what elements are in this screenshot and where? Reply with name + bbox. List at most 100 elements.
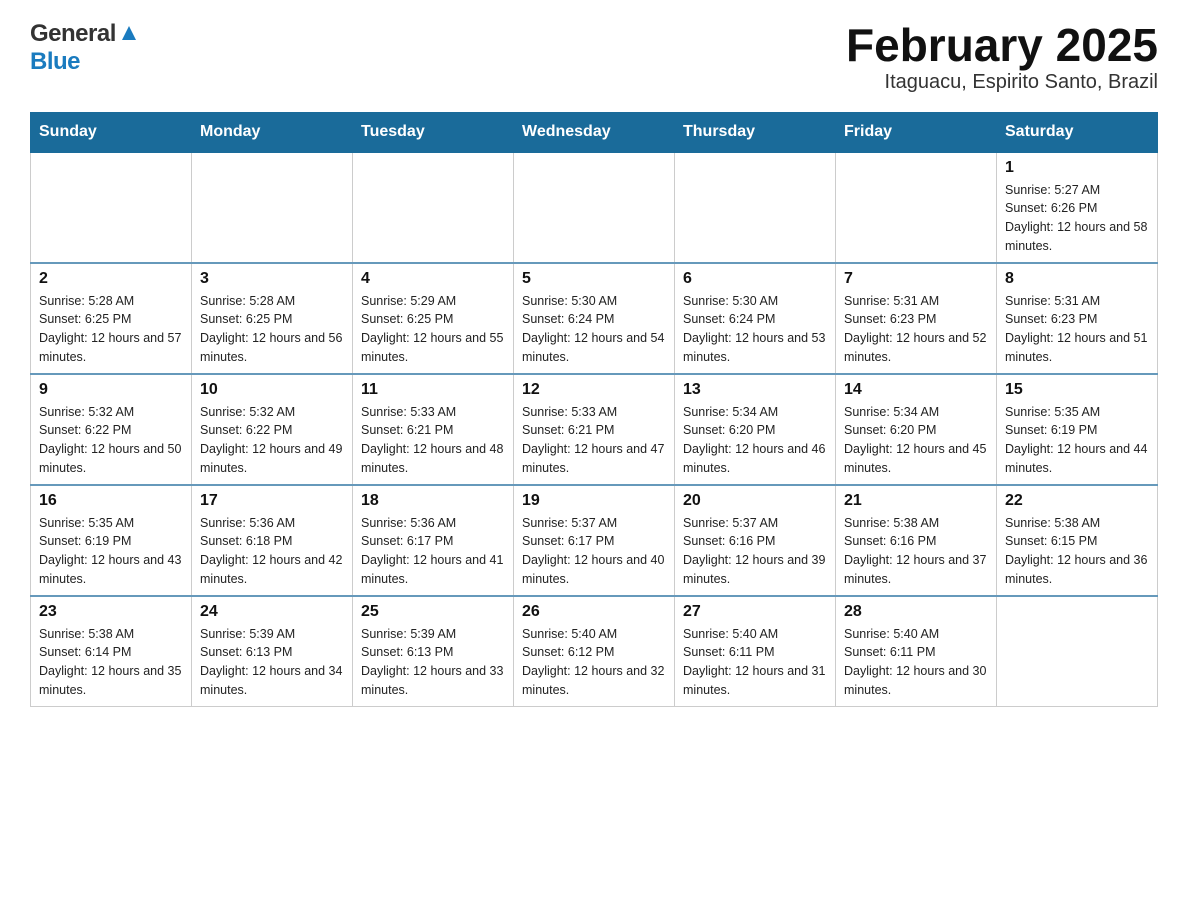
- calendar-cell: 13 Sunrise: 5:34 AMSunset: 6:20 PMDayligh…: [675, 374, 836, 485]
- calendar-week-row: 2 Sunrise: 5:28 AMSunset: 6:25 PMDaylight…: [31, 263, 1158, 374]
- weekday-header-monday: Monday: [192, 112, 353, 152]
- day-number: 13: [683, 381, 827, 399]
- calendar-week-row: 23Sunrise: 5:38 AMSunset: 6:14 PMDayligh…: [31, 596, 1158, 707]
- day-info: Sunrise: 5:36 AMSunset: 6:18 PMDaylight:…: [200, 514, 344, 589]
- weekday-header-friday: Friday: [836, 112, 997, 152]
- calendar-cell: [675, 152, 836, 263]
- calendar-cell: [31, 152, 192, 263]
- day-info: Sunrise: 5:30 AMSunset: 6:24 PMDaylight:…: [522, 292, 666, 367]
- day-info: Sunrise: 5:35 AMSunset: 6:19 PMDaylight:…: [1005, 403, 1149, 478]
- weekday-header-tuesday: Tuesday: [353, 112, 514, 152]
- calendar-week-row: 16 Sunrise: 5:35 AMSunset: 6:19 PMDayligh…: [31, 485, 1158, 596]
- day-info: Sunrise: 5:40 AMSunset: 6:12 PMDaylight:…: [522, 625, 666, 700]
- day-number: 12: [522, 381, 666, 399]
- day-number: 1: [1005, 159, 1149, 177]
- day-info: Sunrise: 5:40 AMSunset: 6:11 PMDaylight:…: [683, 625, 827, 700]
- day-number: 14: [844, 381, 988, 399]
- day-info: Sunrise: 5:39 AMSunset: 6:13 PMDaylight:…: [200, 625, 344, 700]
- day-info: Sunrise: 5:31 AMSunset: 6:23 PMDaylight:…: [1005, 292, 1149, 367]
- day-info: Sunrise: 5:33 AMSunset: 6:21 PMDaylight:…: [522, 403, 666, 478]
- day-info: Sunrise: 5:34 AMSunset: 6:20 PMDaylight:…: [844, 403, 988, 478]
- calendar-cell: 21 Sunrise: 5:38 AMSunset: 6:16 PMDayligh…: [836, 485, 997, 596]
- day-number: 6: [683, 270, 827, 288]
- day-info: Sunrise: 5:33 AMSunset: 6:21 PMDaylight:…: [361, 403, 505, 478]
- calendar-cell: 10 Sunrise: 5:32 AMSunset: 6:22 PMDayligh…: [192, 374, 353, 485]
- calendar-cell: 18 Sunrise: 5:36 AMSunset: 6:17 PMDayligh…: [353, 485, 514, 596]
- day-info: Sunrise: 5:37 AMSunset: 6:16 PMDaylight:…: [683, 514, 827, 589]
- day-info: Sunrise: 5:32 AMSunset: 6:22 PMDaylight:…: [200, 403, 344, 478]
- day-number: 17: [200, 492, 344, 510]
- calendar-cell: 27 Sunrise: 5:40 AMSunset: 6:11 PMDayligh…: [675, 596, 836, 707]
- day-info: Sunrise: 5:36 AMSunset: 6:17 PMDaylight:…: [361, 514, 505, 589]
- calendar-cell: 24 Sunrise: 5:39 AMSunset: 6:13 PMDayligh…: [192, 596, 353, 707]
- logo: General Blue: [30, 20, 140, 76]
- calendar-cell: [514, 152, 675, 263]
- calendar-cell: 19 Sunrise: 5:37 AMSunset: 6:17 PMDayligh…: [514, 485, 675, 596]
- day-number: 16: [39, 492, 183, 510]
- day-number: 27: [683, 603, 827, 621]
- day-number: 20: [683, 492, 827, 510]
- day-info: Sunrise: 5:38 AMSunset: 6:16 PMDaylight:…: [844, 514, 988, 589]
- day-info: Sunrise: 5:29 AMSunset: 6:25 PMDaylight:…: [361, 292, 505, 367]
- day-info: Sunrise: 5:28 AMSunset: 6:25 PMDaylight:…: [200, 292, 344, 367]
- weekday-header-saturday: Saturday: [997, 112, 1158, 152]
- calendar-cell: 28 Sunrise: 5:40 AMSunset: 6:11 PMDayligh…: [836, 596, 997, 707]
- weekday-header-sunday: Sunday: [31, 112, 192, 152]
- logo-triangle-icon: [118, 22, 140, 44]
- calendar-cell: 15 Sunrise: 5:35 AMSunset: 6:19 PMDayligh…: [997, 374, 1158, 485]
- day-number: 3: [200, 270, 344, 288]
- day-number: 18: [361, 492, 505, 510]
- calendar-cell: 20 Sunrise: 5:37 AMSunset: 6:16 PMDayligh…: [675, 485, 836, 596]
- page-header: General Blue February 2025 Itaguacu, Esp…: [30, 20, 1158, 94]
- calendar-week-row: 1 Sunrise: 5:27 AMSunset: 6:26 PMDaylight…: [31, 152, 1158, 263]
- day-number: 22: [1005, 492, 1149, 510]
- logo-blue-text: Blue: [30, 48, 80, 76]
- calendar-cell: [836, 152, 997, 263]
- day-number: 24: [200, 603, 344, 621]
- day-number: 4: [361, 270, 505, 288]
- calendar-cell: 26 Sunrise: 5:40 AMSunset: 6:12 PMDayligh…: [514, 596, 675, 707]
- day-number: 28: [844, 603, 988, 621]
- calendar-cell: 25 Sunrise: 5:39 AMSunset: 6:13 PMDayligh…: [353, 596, 514, 707]
- day-number: 26: [522, 603, 666, 621]
- day-number: 9: [39, 381, 183, 399]
- calendar-header-row: SundayMondayTuesdayWednesdayThursdayFrid…: [31, 112, 1158, 152]
- day-number: 8: [1005, 270, 1149, 288]
- calendar-week-row: 9 Sunrise: 5:32 AMSunset: 6:22 PMDaylight…: [31, 374, 1158, 485]
- calendar-cell: 7Sunrise: 5:31 AMSunset: 6:23 PMDaylight…: [836, 263, 997, 374]
- day-info: Sunrise: 5:40 AMSunset: 6:11 PMDaylight:…: [844, 625, 988, 700]
- calendar-cell: 17 Sunrise: 5:36 AMSunset: 6:18 PMDayligh…: [192, 485, 353, 596]
- day-number: 23: [39, 603, 183, 621]
- day-info: Sunrise: 5:37 AMSunset: 6:17 PMDaylight:…: [522, 514, 666, 589]
- weekday-header-thursday: Thursday: [675, 112, 836, 152]
- day-info: Sunrise: 5:31 AMSunset: 6:23 PMDaylight:…: [844, 292, 988, 367]
- calendar-cell: 11 Sunrise: 5:33 AMSunset: 6:21 PMDayligh…: [353, 374, 514, 485]
- calendar-cell: [997, 596, 1158, 707]
- day-info: Sunrise: 5:35 AMSunset: 6:19 PMDaylight:…: [39, 514, 183, 589]
- day-number: 21: [844, 492, 988, 510]
- day-number: 5: [522, 270, 666, 288]
- day-number: 10: [200, 381, 344, 399]
- day-info: Sunrise: 5:39 AMSunset: 6:13 PMDaylight:…: [361, 625, 505, 700]
- calendar-cell: [353, 152, 514, 263]
- day-number: 15: [1005, 381, 1149, 399]
- calendar-cell: 2 Sunrise: 5:28 AMSunset: 6:25 PMDaylight…: [31, 263, 192, 374]
- calendar-cell: 16 Sunrise: 5:35 AMSunset: 6:19 PMDayligh…: [31, 485, 192, 596]
- calendar-cell: 4 Sunrise: 5:29 AMSunset: 6:25 PMDaylight…: [353, 263, 514, 374]
- day-info: Sunrise: 5:30 AMSunset: 6:24 PMDaylight:…: [683, 292, 827, 367]
- calendar-cell: [192, 152, 353, 263]
- calendar-cell: 1 Sunrise: 5:27 AMSunset: 6:26 PMDaylight…: [997, 152, 1158, 263]
- calendar-cell: 5 Sunrise: 5:30 AMSunset: 6:24 PMDaylight…: [514, 263, 675, 374]
- day-number: 19: [522, 492, 666, 510]
- calendar-cell: 22Sunrise: 5:38 AMSunset: 6:15 PMDayligh…: [997, 485, 1158, 596]
- day-info: Sunrise: 5:27 AMSunset: 6:26 PMDaylight:…: [1005, 181, 1149, 256]
- weekday-header-wednesday: Wednesday: [514, 112, 675, 152]
- day-info: Sunrise: 5:28 AMSunset: 6:25 PMDaylight:…: [39, 292, 183, 367]
- title-block: February 2025 Itaguacu, Espirito Santo, …: [846, 20, 1158, 94]
- logo-general-text: General: [30, 20, 116, 48]
- day-number: 11: [361, 381, 505, 399]
- day-number: 2: [39, 270, 183, 288]
- day-number: 25: [361, 603, 505, 621]
- page-subtitle: Itaguacu, Espirito Santo, Brazil: [846, 71, 1158, 94]
- day-info: Sunrise: 5:34 AMSunset: 6:20 PMDaylight:…: [683, 403, 827, 478]
